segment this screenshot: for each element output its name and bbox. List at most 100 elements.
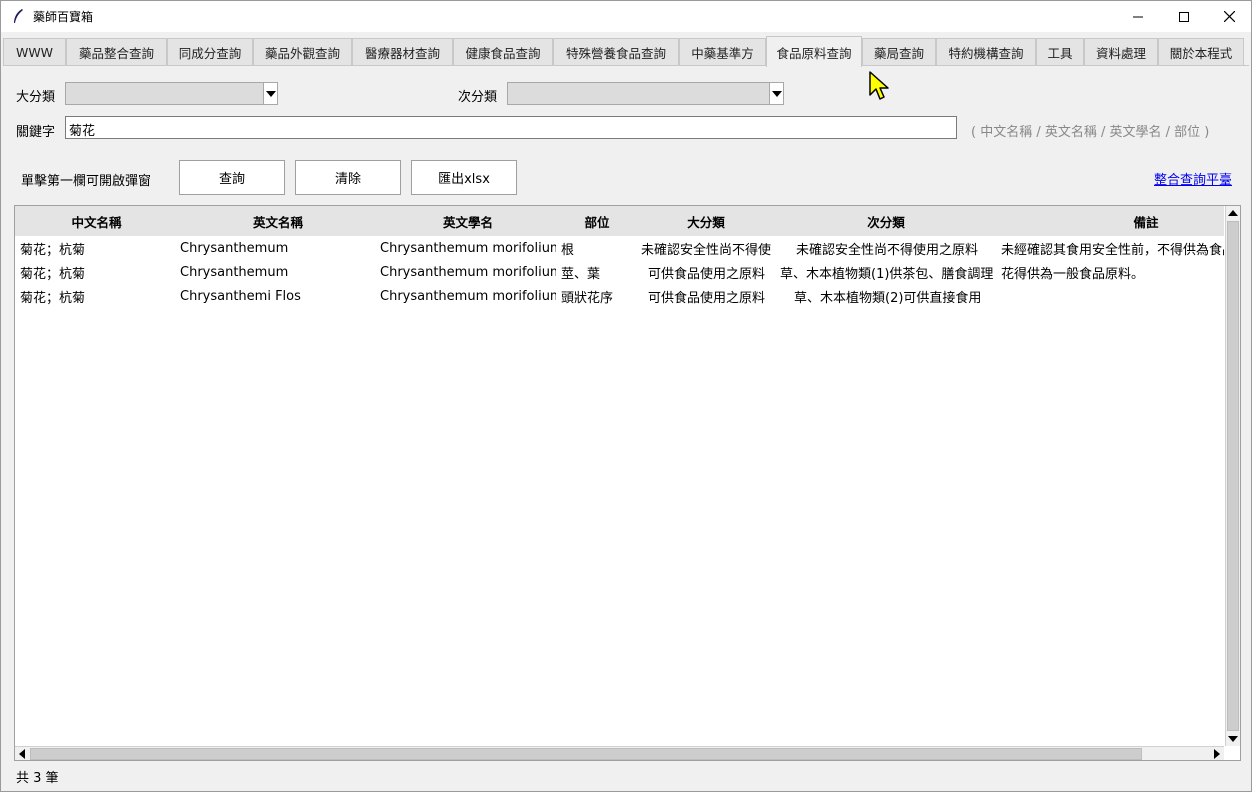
minimize-icon <box>1133 16 1143 17</box>
arrow-down-icon <box>1228 736 1238 742</box>
tab-label: 資料處理 <box>1095 46 1146 61</box>
tab-label: 同成分查詢 <box>178 46 242 61</box>
record-count: 共 3 筆 <box>16 771 59 786</box>
tab-same-ingredient[interactable]: 同成分查詢 <box>167 38 253 66</box>
cell-remarks <box>1001 284 1224 308</box>
vertical-scrollbar[interactable] <box>1225 206 1240 746</box>
clear-button[interactable]: 清除 <box>295 160 401 195</box>
cell-subcategory: 草、木本植物類(1)供茶包、膳食調理 <box>780 266 994 282</box>
cell-remarks: 未經確認其食用安全性前，不得供為食品原料 <box>1001 242 1224 258</box>
mouse-cursor-icon <box>869 71 889 100</box>
cell-scientific-name: Chrysanthemum morifolium <box>380 264 556 280</box>
tab-data-processing[interactable]: 資料處理 <box>1084 38 1158 66</box>
cell-english-name: Chrysanthemum <box>180 264 289 280</box>
tab-label: 藥局查詢 <box>873 46 924 61</box>
maximize-icon <box>1179 11 1189 22</box>
cell-part: 根 <box>561 242 575 258</box>
tab-www[interactable]: WWW <box>3 38 66 66</box>
tab-drug-appearance[interactable]: 藥品外觀查詢 <box>253 38 352 66</box>
tab-pharmacy[interactable]: 藥局查詢 <box>862 38 936 66</box>
cell-subcategory: 草、木本植物類(2)可供直接食用 <box>794 290 982 306</box>
query-button[interactable]: 查詢 <box>179 160 285 195</box>
tab-chinese-formula[interactable]: 中藥基準方 <box>679 38 766 66</box>
cell-chinese-name[interactable]: 菊花；杭菊 <box>20 284 175 308</box>
tab-label: 中藥基準方 <box>691 46 754 61</box>
tip-text: 單擊第一欄可開啟彈窗 <box>21 174 152 189</box>
tab-divider <box>3 65 1249 66</box>
tab-label: 關於本程式 <box>1169 46 1233 61</box>
tab-label: 藥品外觀查詢 <box>264 46 340 61</box>
column-header-english-name[interactable]: 英文名稱 <box>178 206 378 236</box>
tab-label: 食品原料查詢 <box>776 45 852 61</box>
table-row[interactable]: 菊花；杭菊 Chrysanthemum Chrysanthemum morifo… <box>15 236 1224 260</box>
cell-category: 可供食品使用之原料 <box>648 266 766 282</box>
results-table[interactable]: 中文名稱 英文名稱 英文學名 部位 大分類 次分類 備註 菊花；杭菊 Chrys… <box>14 205 1241 761</box>
cell-chinese-name[interactable]: 菊花；杭菊 <box>20 260 175 284</box>
cell-chinese-name[interactable]: 菊花；杭菊 <box>20 236 175 260</box>
cell-category: 未確認安全性尚不得使 <box>641 242 772 258</box>
cell-category: 可供食品使用之原料 <box>648 290 766 306</box>
subcategory-select[interactable] <box>507 82 784 105</box>
scroll-right-button[interactable] <box>1210 747 1224 760</box>
minimize-button[interactable] <box>1115 1 1161 32</box>
integrated-query-link[interactable]: 整合查詢平臺 <box>1154 169 1232 188</box>
column-header-category[interactable]: 大分類 <box>636 206 776 236</box>
app-window: 藥師百寶箱 WWW 藥品整合查詢 同成分查詢 藥品外觀查詢 醫療器材查詢 健康食… <box>0 0 1252 792</box>
column-header-subcategory[interactable]: 次分類 <box>776 206 996 236</box>
column-header-scientific-name[interactable]: 英文學名 <box>378 206 558 236</box>
tab-drug-integrated[interactable]: 藥品整合查詢 <box>66 38 167 66</box>
maximize-button[interactable] <box>1161 1 1207 32</box>
title-bar: 藥師百寶箱 <box>1 1 1251 32</box>
scroll-up-button[interactable] <box>1226 206 1240 220</box>
keyword-label: 關鍵字 <box>16 125 56 140</box>
feather-icon <box>14 9 23 23</box>
scroll-left-button[interactable] <box>15 747 29 760</box>
cell-scientific-name: Chrysanthemum morifolium <box>380 240 556 256</box>
cell-subcategory: 未確認安全性尚不得使用之原料 <box>796 242 979 258</box>
arrow-left-icon <box>19 749 25 759</box>
tab-food-ingredient[interactable]: 食品原料查詢 <box>766 36 862 67</box>
tab-label: 健康食品查詢 <box>465 46 541 61</box>
category-select[interactable] <box>65 82 278 105</box>
horizontal-scrollbar[interactable] <box>15 746 1224 760</box>
keyword-hint: ( 中文名稱 / 英文名稱 / 英文學名 / 部位 ) <box>971 125 1210 140</box>
category-label: 大分類 <box>16 90 56 105</box>
close-icon <box>1223 11 1235 22</box>
column-header-remarks[interactable]: 備註 <box>996 206 1240 236</box>
cell-english-name: Chrysanthemi Flos <box>180 288 301 304</box>
tab-label: 特約機構查詢 <box>948 46 1024 61</box>
tab-special-nutrition[interactable]: 特殊營養食品查詢 <box>553 38 679 66</box>
column-header-part[interactable]: 部位 <box>558 206 636 236</box>
tab-medical-device[interactable]: 醫療器材查詢 <box>352 38 453 66</box>
export-xlsx-button[interactable]: 匯出xlsx <box>411 160 517 195</box>
tab-label: 特殊營養食品查詢 <box>565 46 666 61</box>
chevron-down-icon[interactable] <box>263 83 277 104</box>
arrow-right-icon <box>1214 749 1220 759</box>
tab-health-food[interactable]: 健康食品查詢 <box>453 38 553 66</box>
table-row[interactable]: 菊花；杭菊 Chrysanthemum Chrysanthemum morifo… <box>15 260 1224 284</box>
horizontal-scroll-thumb[interactable] <box>30 748 1142 760</box>
vertical-scroll-thumb[interactable] <box>1227 221 1239 731</box>
cell-part: 莖、葉 <box>561 266 601 282</box>
scroll-down-button[interactable] <box>1226 732 1240 746</box>
tab-label: WWW <box>15 45 54 60</box>
table-header: 中文名稱 英文名稱 英文學名 部位 大分類 次分類 備註 <box>15 206 1224 236</box>
column-header-chinese-name[interactable]: 中文名稱 <box>15 206 178 236</box>
tab-label: 工具 <box>1047 46 1073 61</box>
close-button[interactable] <box>1206 1 1252 32</box>
cell-part: 頭狀花序 <box>561 290 614 306</box>
cell-english-name: Chrysanthemum <box>180 240 289 256</box>
tab-label: 藥品整合查詢 <box>78 46 154 61</box>
tab-tools[interactable]: 工具 <box>1036 38 1084 66</box>
table-row[interactable]: 菊花；杭菊 Chrysanthemi Flos Chrysanthemum mo… <box>15 284 1224 308</box>
arrow-up-icon <box>1228 210 1238 216</box>
keyword-input[interactable]: 菊花 <box>65 116 957 139</box>
window-title: 藥師百寶箱 <box>33 10 94 24</box>
subcategory-label: 次分類 <box>458 90 498 105</box>
chevron-down-icon[interactable] <box>769 83 783 104</box>
cell-remarks: 花得供為一般食品原料。 <box>1001 266 1145 282</box>
tab-about[interactable]: 關於本程式 <box>1158 38 1244 66</box>
cell-scientific-name: Chrysanthemum morifolium <box>380 288 556 304</box>
tab-contracted-institution[interactable]: 特約機構查詢 <box>936 38 1036 66</box>
tab-label: 醫療器材查詢 <box>364 46 440 61</box>
